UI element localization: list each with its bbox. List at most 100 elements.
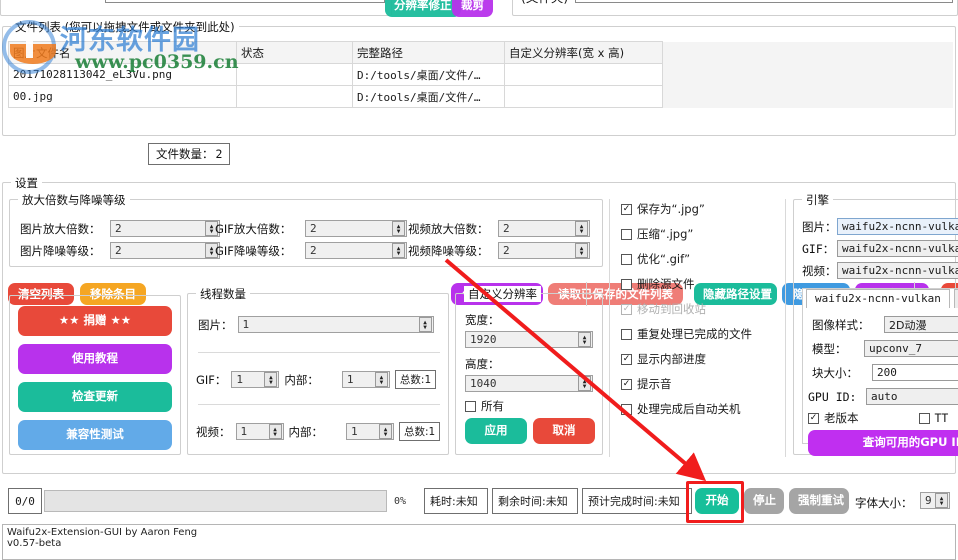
spinner-arrows-icon[interactable]: ▲ ▼ <box>935 493 948 508</box>
checkbox-box-icon <box>621 253 632 265</box>
block-size-input[interactable]: 200 <box>872 364 958 381</box>
log-textbox[interactable]: Waifu2x-Extension-GUI by Aaron Feng v0.5… <box>2 524 956 560</box>
thread-count-caption: 线程数量 <box>196 286 250 302</box>
cell-status[interactable] <box>236 63 353 86</box>
output-options-list: ✓ 保存为“.jpg” 压缩“.jpg” 优化“.gif” 删除源文件 ✓ 移动… <box>621 201 781 455</box>
option-reprocess-finished[interactable]: 重复处理已完成的文件 <box>621 326 781 342</box>
option-shutdown-after-finish[interactable]: 处理完成后自动关机 <box>621 401 781 417</box>
video-denoise-spinner[interactable]: 2 ▲ ▼ <box>498 242 590 259</box>
model-select[interactable]: upconv_7 <box>864 340 958 357</box>
option-label: 显示内部进度 <box>637 352 706 366</box>
cancel-resolution-button[interactable]: 取消 <box>533 418 595 444</box>
spinner-arrows-icon[interactable]: ▲ ▼ <box>392 221 405 236</box>
thread-gif-inner-spinner[interactable]: 1 ▲ ▼ <box>341 371 390 388</box>
column-header-resolution[interactable]: 自定义分辨率(宽 x 高) <box>504 41 663 64</box>
spinner-arrows-icon[interactable]: ▲ ▼ <box>268 424 282 439</box>
option-save-as-jpg[interactable]: ✓ 保存为“.jpg” <box>621 201 781 217</box>
spinner-arrows-icon[interactable]: ▲ ▼ <box>374 372 388 387</box>
image-denoise-spinner[interactable]: 2 ▲ ▼ <box>110 242 220 259</box>
gpu-id-select[interactable]: auto <box>866 388 958 405</box>
image-style-select[interactable]: 2D动漫 <box>884 316 958 333</box>
resolution-fix-button[interactable]: 分辨率修正 <box>385 0 461 18</box>
table-row[interactable]: 00.jpg D:/tools/桌面/文件/… <box>8 85 953 108</box>
table-row[interactable]: 20171028113042_eL3Vu.png D:/tools/桌面/文件/… <box>8 63 953 86</box>
cell-filename[interactable]: 20171028113042_eL3Vu.png <box>8 63 237 86</box>
cell-status[interactable] <box>236 85 353 108</box>
apply-all-label: 所有 <box>481 399 504 413</box>
thread-video-inner-spinner[interactable]: 1 ▲ ▼ <box>346 423 394 440</box>
tab-waifu2x-ncnn-vulkan[interactable]: waifu2x-ncnn-vulkan <box>806 289 950 308</box>
path-input-label: (文件或文件夹) <box>7 0 89 1</box>
crop-button[interactable]: 裁剪 <box>452 0 493 18</box>
thread-gif-inner-label: 内部： <box>284 372 319 387</box>
cell-path[interactable]: D:/tools/桌面/文件/… <box>352 85 505 108</box>
checkbox-box-icon <box>621 278 632 290</box>
option-notification-sound[interactable]: ✓ 提示音 <box>621 376 781 392</box>
column-header-filename[interactable]: 图片文件名 <box>8 41 237 64</box>
path-input[interactable] <box>105 0 385 3</box>
column-header-status[interactable]: 状态 <box>236 41 353 64</box>
spinner-arrows-icon[interactable]: ▲ ▼ <box>575 243 588 258</box>
gif-denoise-label: GIF降噪等级： <box>215 243 292 258</box>
thread-gif-spinner[interactable]: 1 ▲ ▼ <box>231 371 280 388</box>
force-retry-button[interactable]: 强制重试 <box>789 488 849 514</box>
spinner-arrows-icon[interactable]: ▲ ▼ <box>264 372 278 387</box>
width-spinner[interactable]: 1920 ▲ ▼ <box>465 331 593 348</box>
video-scale-label: 视频放大倍数： <box>408 221 489 236</box>
spinner-arrows-icon[interactable]: ▲ ▼ <box>418 317 432 332</box>
engine-video-select[interactable]: waifu2x-ncnn-vulkan <box>837 262 958 279</box>
cell-filename[interactable]: 00.jpg <box>8 85 237 108</box>
option-label: 移动到回收站 <box>637 302 706 316</box>
file-count-label: 文件数量： <box>156 147 214 161</box>
image-scale-spinner[interactable]: 2 ▲ ▼ <box>110 220 220 237</box>
gif-denoise-spinner[interactable]: 2 ▲ ▼ <box>305 242 407 259</box>
column-header-path[interactable]: 完整路径 <box>352 41 505 64</box>
option-label: 处理完成后自动关机 <box>637 402 741 416</box>
option-label: 压缩“.jpg” <box>637 227 694 241</box>
image-scale-value: 2 <box>115 222 122 235</box>
cell-resolution[interactable] <box>504 85 663 108</box>
tab-waifu2x-other[interactable]: wai <box>953 289 958 308</box>
video-scale-value: 2 <box>503 222 510 235</box>
video-scale-spinner[interactable]: 2 ▲ ▼ <box>498 220 590 237</box>
spinner-arrows-icon[interactable]: ▲ ▼ <box>578 376 591 391</box>
custom-resolution-caption: 自定义分辨率 <box>464 286 541 302</box>
option-show-internal-progress[interactable]: ✓ 显示内部进度 <box>621 351 781 367</box>
font-size-spinner[interactable]: 9 ▲ ▼ <box>920 492 950 509</box>
cell-path[interactable]: D:/tools/桌面/文件/… <box>352 63 505 86</box>
block-size-label: 块大小： <box>812 365 858 380</box>
cell-resolution[interactable] <box>504 63 663 86</box>
spinner-arrows-icon[interactable]: ▲ ▼ <box>379 424 392 439</box>
engine-tabs: waifu2x-ncnn-vulkan wai <box>806 288 958 308</box>
engine-image-select[interactable]: waifu2x-ncnn-vulkan <box>837 218 958 235</box>
folder-input-label: (文件夹) <box>521 0 568 6</box>
log-line-1: Waifu2x-Extension-GUI by Aaron Feng <box>7 527 198 538</box>
thread-image-spinner[interactable]: 1 ▲ ▼ <box>237 316 434 333</box>
check-update-button[interactable]: 检查更新 <box>18 382 172 412</box>
query-gpu-id-button[interactable]: 查询可用的GPU ID <box>808 430 958 456</box>
option-compress-jpg[interactable]: 压缩“.jpg” <box>621 226 781 242</box>
apply-all-checkbox[interactable]: 所有 <box>465 398 504 414</box>
folder-input[interactable] <box>575 0 953 3</box>
start-button[interactable]: 开始 <box>695 488 739 514</box>
stop-button[interactable]: 停止 <box>744 488 784 514</box>
height-spinner[interactable]: 1040 ▲ ▼ <box>465 375 593 392</box>
settings-caption: 设置 <box>11 175 42 191</box>
old-version-checkbox[interactable]: ✓ 老版本 <box>808 410 859 426</box>
spinner-arrows-icon[interactable]: ▲ ▼ <box>575 221 588 236</box>
gif-scale-spinner[interactable]: 2 ▲ ▼ <box>305 220 407 237</box>
option-delete-source[interactable]: 删除源文件 <box>621 276 781 292</box>
file-table[interactable]: 图片文件名 状态 完整路径 自定义分辨率(宽 x 高) 201710281130… <box>8 41 953 108</box>
engine-gif-select[interactable]: waifu2x-ncnn-vulkan <box>837 240 958 257</box>
donate-button[interactable]: ★★ 捐赠 ★★ <box>18 306 172 336</box>
apply-resolution-button[interactable]: 应用 <box>465 418 527 444</box>
spinner-arrows-icon[interactable]: ▲ ▼ <box>578 332 591 347</box>
utility-buttons-panel: ★★ 捐赠 ★★ 使用教程 检查更新 兼容性测试 <box>9 295 181 455</box>
compatibility-test-button[interactable]: 兼容性测试 <box>18 420 172 450</box>
tutorial-button[interactable]: 使用教程 <box>18 344 172 374</box>
thread-video-spinner[interactable]: 1 ▲ ▼ <box>235 423 284 440</box>
scale-denoise-group: 放大倍数与降噪等级 图片放大倍数： 2 ▲ ▼ 图片降噪等级： 2 ▲ ▼ GIF放… <box>9 192 603 267</box>
spinner-arrows-icon[interactable]: ▲ ▼ <box>392 243 405 258</box>
tta-checkbox[interactable]: TT <box>918 411 948 425</box>
option-optimize-gif[interactable]: 优化“.gif” <box>621 251 781 267</box>
